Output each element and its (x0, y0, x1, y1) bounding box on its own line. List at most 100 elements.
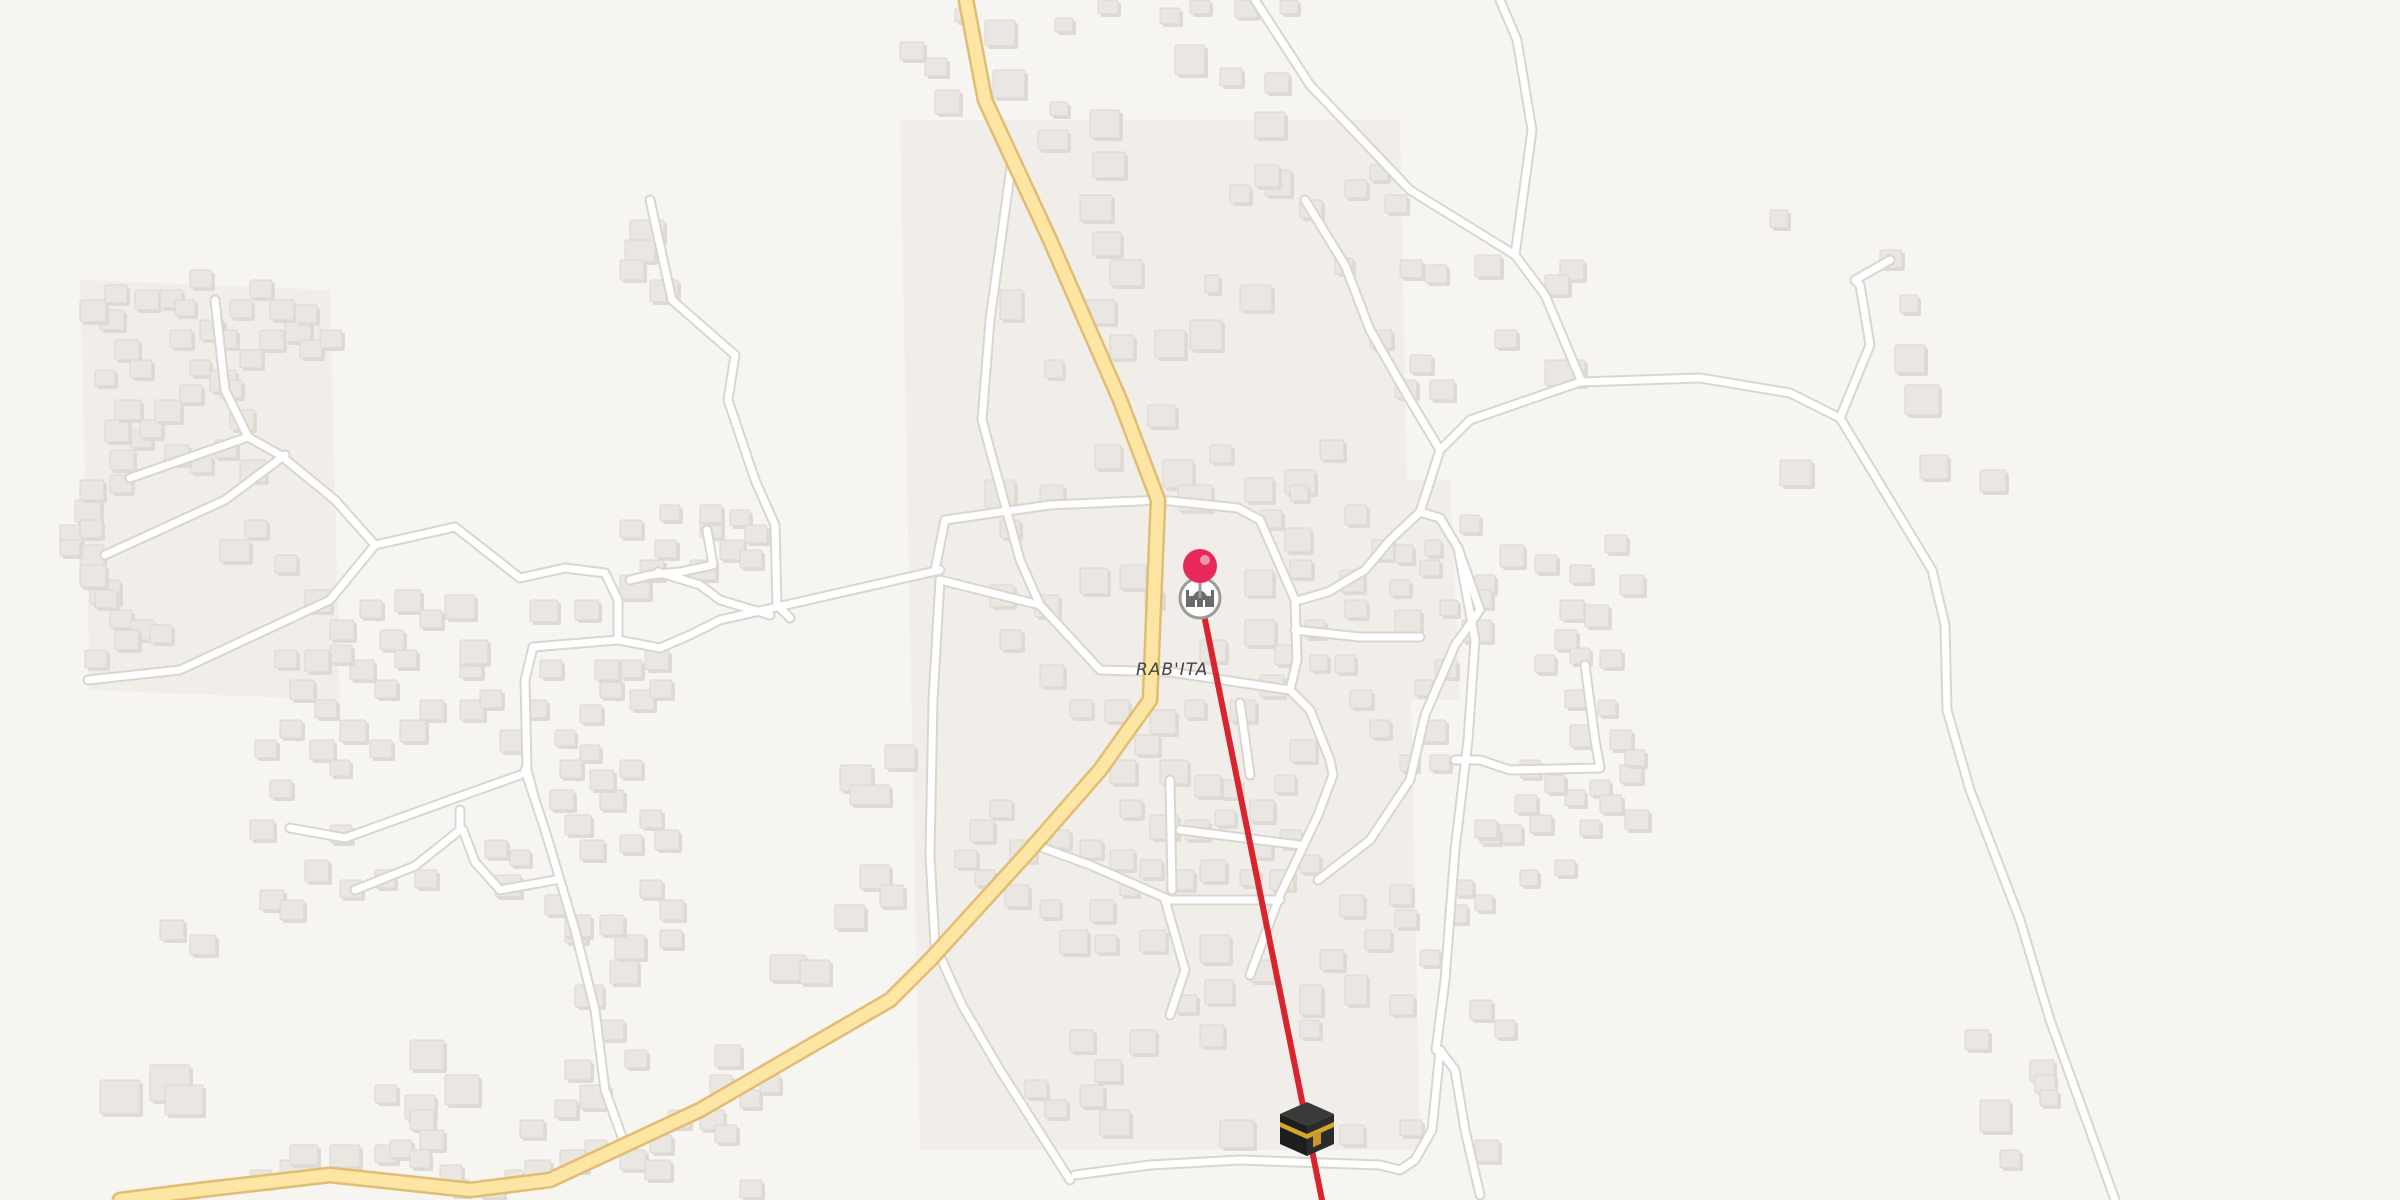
building (1389, 884, 1413, 906)
building (274, 554, 298, 574)
building (1094, 934, 1118, 954)
building (659, 899, 685, 921)
building (1037, 129, 1069, 151)
building (1344, 599, 1368, 619)
map-canvas[interactable]: RAB'ITA (0, 0, 2400, 1200)
building (1624, 809, 1650, 831)
building (1344, 974, 1368, 1006)
building (1004, 884, 1030, 908)
building (314, 699, 338, 719)
building (1159, 7, 1181, 25)
building (409, 1149, 431, 1169)
building (1474, 819, 1498, 839)
building (239, 349, 263, 369)
building (969, 819, 995, 843)
building (1429, 379, 1455, 401)
building (1092, 231, 1122, 257)
building (1049, 101, 1069, 117)
building (594, 659, 620, 681)
building (1514, 794, 1538, 814)
building (1344, 504, 1368, 526)
building (1389, 579, 1411, 597)
building (254, 739, 278, 759)
building (1254, 111, 1286, 139)
building (1199, 1024, 1225, 1048)
building (1619, 574, 1645, 596)
building (1214, 809, 1236, 827)
building (1364, 929, 1392, 951)
building (654, 829, 680, 851)
building (84, 649, 108, 669)
building (279, 899, 305, 921)
building (1134, 734, 1160, 756)
building (1499, 824, 1523, 844)
building (1147, 404, 1177, 428)
place-label: RAB'ITA (1136, 660, 1208, 680)
building (104, 284, 128, 304)
building (114, 339, 140, 361)
building (1979, 1099, 2011, 1133)
building (134, 289, 160, 311)
building (619, 759, 643, 779)
building (659, 929, 683, 949)
building (279, 719, 303, 739)
building (1089, 109, 1121, 139)
building (129, 359, 153, 379)
building (289, 679, 315, 701)
building (1429, 754, 1451, 772)
building (1194, 774, 1222, 798)
pin-highlight (1200, 555, 1210, 565)
building (639, 879, 663, 899)
building (409, 1109, 435, 1131)
building (1139, 859, 1163, 879)
building (1597, 699, 1617, 717)
building (99, 1079, 141, 1115)
building (1184, 699, 1206, 719)
building (954, 849, 978, 869)
building (1079, 839, 1103, 859)
building (1339, 1124, 1365, 1146)
building (164, 1084, 204, 1116)
building (174, 299, 196, 317)
building (1394, 544, 1414, 564)
building (1059, 929, 1089, 955)
building (1239, 284, 1273, 312)
building (109, 609, 133, 629)
building (529, 599, 559, 623)
building (1279, 0, 1299, 15)
building (1579, 819, 1601, 837)
building (799, 959, 831, 985)
building (1979, 469, 2007, 493)
building (1419, 949, 1441, 967)
building (419, 699, 445, 721)
building (549, 789, 575, 811)
building (1769, 209, 1789, 229)
building (579, 839, 605, 861)
building (1319, 439, 1345, 461)
building (94, 589, 118, 609)
building (109, 449, 135, 471)
building (2039, 1089, 2059, 1107)
building (934, 89, 961, 115)
building (619, 259, 645, 281)
building (1119, 799, 1143, 819)
building (729, 509, 751, 527)
building (649, 679, 673, 699)
building (479, 689, 503, 709)
building (1439, 599, 1459, 617)
building (409, 1039, 445, 1071)
building (249, 279, 273, 299)
building (1209, 444, 1233, 464)
building (1534, 554, 1558, 574)
building (189, 269, 213, 289)
building (1349, 689, 1373, 709)
building (1584, 604, 1610, 628)
building (849, 784, 891, 806)
building (1309, 654, 1329, 672)
building (304, 859, 330, 883)
building (614, 934, 646, 960)
building (1499, 544, 1525, 568)
building (104, 419, 130, 443)
building (1162, 459, 1194, 489)
building (1589, 779, 1611, 797)
